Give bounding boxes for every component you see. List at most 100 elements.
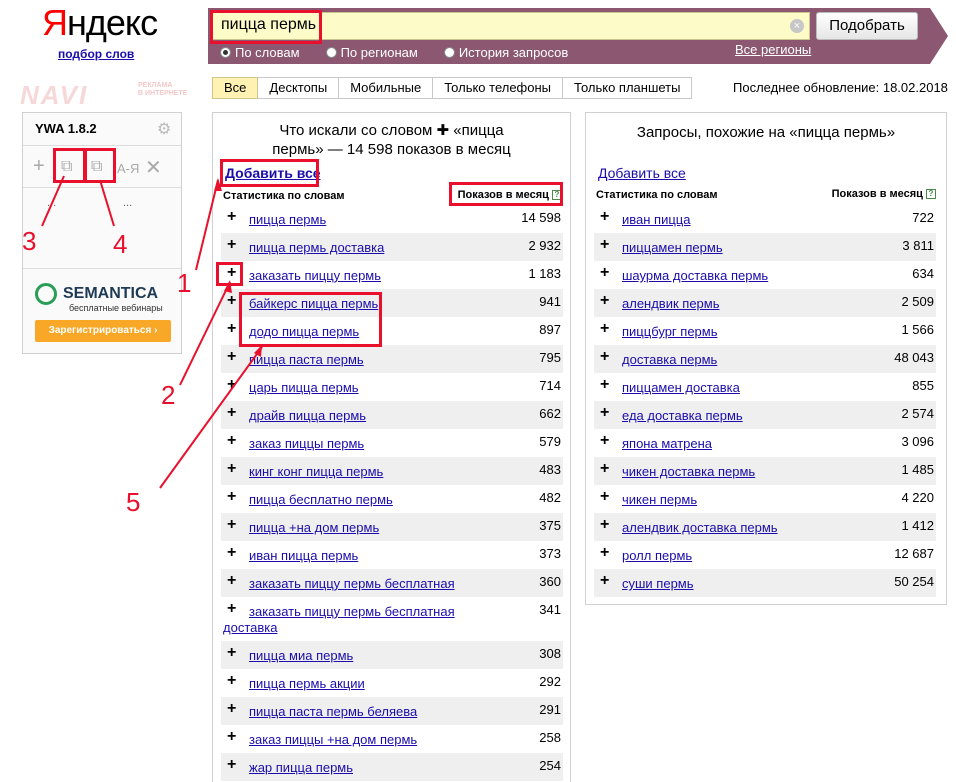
table-row: + чикен доставка пермь 1 485 [594, 457, 936, 485]
query-link[interactable]: ролл пермь [622, 548, 872, 564]
add-phrase-icon[interactable]: + [227, 460, 236, 478]
add-phrase-icon[interactable]: + [227, 756, 236, 774]
radio-history[interactable]: История запросов [443, 42, 568, 62]
radio-dot [443, 46, 455, 58]
semantica-subtitle: бесплатные вебинары [69, 303, 163, 313]
query-link[interactable]: еда доставка пермь [622, 408, 872, 424]
query-link[interactable]: кинг конг пицца пермь [249, 464, 499, 480]
add-phrase-icon[interactable]: + [600, 236, 609, 254]
query-link[interactable]: пицца пермь доставка [249, 240, 499, 256]
radio-label: По словам [235, 44, 300, 60]
query-link[interactable]: царь пицца пермь [249, 380, 499, 396]
query-link[interactable]: заказать пиццу пермь [249, 268, 499, 284]
add-icon[interactable]: + [33, 155, 45, 178]
radio-label: По регионам [340, 44, 418, 60]
query-link[interactable]: пицца миа пермь [249, 648, 499, 664]
add-phrase-icon[interactable]: + [227, 672, 236, 690]
add-phrase-icon[interactable]: + [227, 544, 236, 562]
query-link[interactable]: пицца +на дом пермь [249, 520, 499, 536]
query-link[interactable]: алендвик доставка пермь [622, 520, 872, 536]
query-link[interactable]: доставка пермь [622, 352, 872, 368]
query-link[interactable]: заказ пиццы пермь [249, 436, 499, 452]
query-link[interactable]: япона матрена [622, 436, 872, 452]
query-link[interactable]: драйв пицца пермь [249, 408, 499, 424]
query-link[interactable]: пицца пермь акции [249, 676, 499, 692]
add-phrase-icon[interactable]: + [600, 320, 609, 338]
add-phrase-icon[interactable]: + [227, 404, 236, 422]
add-phrase-icon[interactable]: + [227, 572, 236, 590]
query-link[interactable]: суши пермь [622, 576, 872, 592]
tab-phones[interactable]: Только телефоны [433, 77, 564, 99]
add-phrase-icon[interactable]: + [227, 348, 236, 366]
query-link[interactable]: шаурма доставка пермь [622, 268, 872, 284]
query-link[interactable]: пицца бесплатно пермь [249, 492, 499, 508]
add-phrase-icon[interactable]: + [227, 728, 236, 746]
tab-all[interactable]: Все [212, 77, 259, 99]
add-all-button-similar[interactable]: Добавить все [598, 165, 686, 181]
add-phrase-icon[interactable]: + [600, 348, 609, 366]
query-link[interactable]: иван пицца [622, 212, 872, 228]
annotation-number: 2 [161, 380, 176, 410]
add-phrase-icon[interactable]: + [227, 376, 236, 394]
radio-by-regions[interactable]: По регионам [325, 42, 418, 62]
table-row: + пицца пермь 14 598 [221, 205, 563, 233]
query-link[interactable]: чикен пермь [622, 492, 872, 508]
add-phrase-icon[interactable]: + [600, 460, 609, 478]
add-phrase-icon[interactable]: + [600, 432, 609, 450]
add-phrase-icon[interactable]: + [227, 236, 236, 254]
add-phrase-icon[interactable]: + [227, 488, 236, 506]
query-link[interactable]: заказать пиццу пермь бесплатная доставка [223, 604, 473, 636]
add-phrase-icon[interactable]: + [227, 432, 236, 450]
close-icon[interactable]: ✕ [145, 155, 162, 180]
add-phrase-icon[interactable]: + [227, 700, 236, 718]
table-row: + заказать пиццу пермь бесплатная доставк… [221, 597, 563, 641]
query-link[interactable]: пицца пермь [249, 212, 499, 228]
semantica-logo[interactable]: SEMANTICA [35, 283, 158, 305]
add-phrase-icon[interactable]: + [600, 572, 609, 590]
add-phrase-icon[interactable]: + [227, 292, 236, 310]
add-phrase-icon[interactable]: + [600, 292, 609, 310]
query-link[interactable]: пиццамен доставка [622, 380, 872, 396]
tab-tablets[interactable]: Только планшеты [563, 77, 693, 99]
table-row: + пицца +на дом пермь 375 [221, 513, 563, 541]
gear-icon[interactable]: ⚙ [157, 119, 171, 139]
help-icon[interactable]: ? [926, 189, 936, 200]
query-link[interactable]: заказ пиццы +на дом пермь [249, 732, 499, 748]
yandex-logo[interactable]: Яндекс [42, 2, 158, 44]
add-phrase-icon[interactable]: + [227, 644, 236, 662]
register-button[interactable]: Зарегистрироваться › [35, 320, 171, 342]
query-link[interactable]: пицца паста пермь беляева [249, 704, 499, 720]
add-phrase-icon[interactable]: + [227, 320, 236, 338]
shows-count: 941 [539, 294, 561, 309]
divider [23, 268, 181, 269]
query-link[interactable]: чикен доставка пермь [622, 464, 872, 480]
query-link[interactable]: пиццамен пермь [622, 240, 872, 256]
add-phrase-icon[interactable]: + [227, 208, 236, 226]
query-link[interactable]: иван пицца пермь [249, 548, 499, 564]
add-phrase-icon[interactable]: + [600, 516, 609, 534]
tab-desktops[interactable]: Десктопы [258, 77, 340, 99]
query-link[interactable]: алендвик пермь [622, 296, 872, 312]
annotation-number: 1 [177, 268, 192, 298]
query-link[interactable]: заказать пиццу пермь бесплатная [249, 576, 499, 592]
pick-button[interactable]: Подобрать [816, 12, 918, 40]
radio-by-words[interactable]: По словам [220, 42, 300, 62]
shows-count: 291 [539, 702, 561, 717]
wordstat-link[interactable]: подбор слов [58, 47, 134, 61]
sort-icon[interactable]: А-Я [117, 161, 139, 176]
shows-count: 714 [539, 378, 561, 393]
query-link[interactable]: пиццбург пермь [622, 324, 872, 340]
add-phrase-icon[interactable]: + [227, 516, 236, 534]
add-phrase-icon[interactable]: + [600, 488, 609, 506]
tab-mobile[interactable]: Мобильные [339, 77, 434, 99]
all-regions-link[interactable]: Все регионы [735, 42, 811, 57]
logo-letter: Я [42, 2, 68, 43]
add-phrase-icon[interactable]: + [600, 208, 609, 226]
add-phrase-icon[interactable]: + [600, 264, 609, 282]
clear-icon[interactable]: × [790, 19, 804, 33]
query-link[interactable]: жар пицца пермь [249, 760, 499, 776]
add-phrase-icon[interactable]: + [600, 404, 609, 422]
query-link[interactable]: пицца паста пермь [249, 352, 499, 368]
add-phrase-icon[interactable]: + [600, 376, 609, 394]
add-phrase-icon[interactable]: + [600, 544, 609, 562]
